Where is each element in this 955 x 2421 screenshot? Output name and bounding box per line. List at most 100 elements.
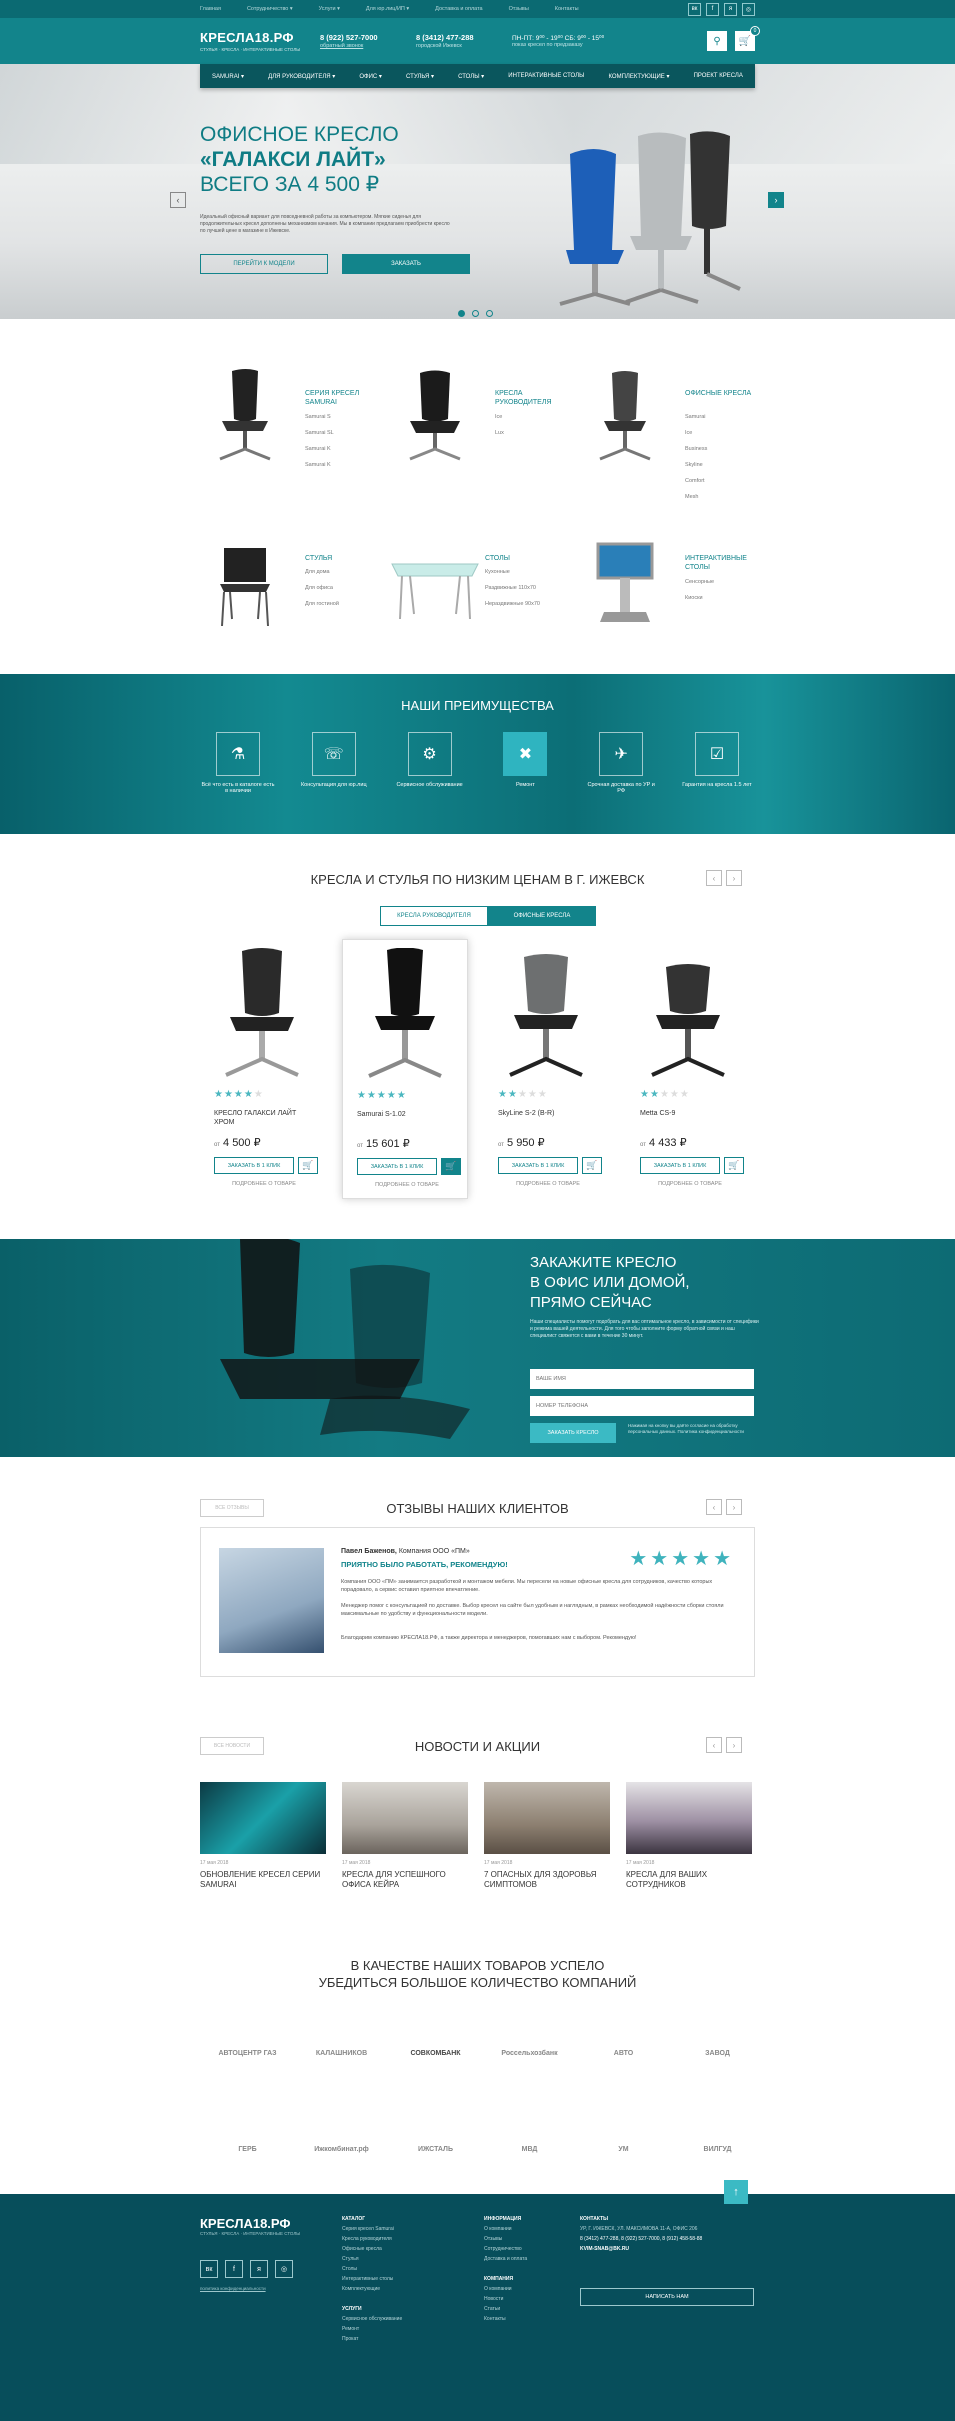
category-interactive[interactable]: ИНТЕРАКТИВНЫЕ СТОЛЫ Сенсорные Киоски bbox=[590, 534, 770, 644]
category-director[interactable]: КРЕСЛА РУКОВОДИТЕЛЯ Ice Lux bbox=[400, 369, 580, 479]
top-link-services[interactable]: Услуги ▾ bbox=[319, 6, 340, 12]
category-link[interactable]: Раздвижные 110х70 bbox=[485, 585, 540, 591]
buy-one-click-button[interactable]: ЗАКАЗАТЬ В 1 КЛИК bbox=[498, 1157, 578, 1174]
top-link-contacts[interactable]: Контакты bbox=[555, 6, 579, 12]
footer-link[interactable]: Контакты bbox=[484, 2314, 527, 2324]
name-input[interactable] bbox=[530, 1369, 754, 1389]
nav-project[interactable]: ПРОЕКТ КРЕСЛА bbox=[694, 73, 743, 79]
category-link[interactable]: Samurai bbox=[685, 414, 707, 420]
details-link[interactable]: ПОДРОБНЕЕ О ТОВАРЕ bbox=[214, 1181, 314, 1187]
product-card[interactable]: ★★★★★ Metta CS-9 от 4 433 ₽ ЗАКАЗАТЬ В 1… bbox=[626, 939, 752, 1199]
slide-dot-3[interactable] bbox=[486, 310, 493, 317]
category-link[interactable]: Нераздвижные 90х70 bbox=[485, 601, 540, 607]
product-card[interactable]: ★★★★★ Samurai S-1.02 от 15 601 ₽ ЗАКАЗАТ… bbox=[342, 939, 468, 1199]
category-link[interactable]: Киоски bbox=[685, 595, 714, 601]
footer-link[interactable]: Интерактивные столы bbox=[342, 2274, 402, 2284]
category-office[interactable]: ОФИСНЫЕ КРЕСЛА Samurai Ice Business Skyl… bbox=[590, 369, 770, 500]
footer-link[interactable]: Офисные кресла bbox=[342, 2244, 402, 2254]
instagram-icon[interactable]: ◎ bbox=[742, 2, 755, 16]
product-card[interactable]: ★★★★★ SkyLine S-2 (B-R) от 5 950 ₽ ЗАКАЗ… bbox=[484, 939, 610, 1199]
category-link[interactable]: Для дома bbox=[305, 569, 339, 575]
cart-icon[interactable]: 🛒 bbox=[441, 1158, 461, 1175]
top-link-cooperation[interactable]: Сотрудничество ▾ bbox=[247, 6, 293, 12]
top-link-home[interactable]: Главная bbox=[200, 6, 221, 12]
chevron-right-icon[interactable]: › bbox=[726, 1737, 742, 1753]
category-tables[interactable]: СТОЛЫ Кухонные Раздвижные 110х70 Нераздв… bbox=[390, 534, 570, 644]
category-link[interactable]: Mesh bbox=[685, 494, 707, 500]
site-logo[interactable]: КРЕСЛА18.РФ СТУЛЬЯ · КРЕСЛА · ИНТЕРАКТИВ… bbox=[200, 30, 320, 52]
top-link-reviews[interactable]: Отзывы bbox=[509, 6, 529, 12]
instagram-icon[interactable]: ◎ bbox=[275, 2260, 293, 2278]
nav-office[interactable]: ОФИС ▾ bbox=[359, 73, 382, 80]
cart-icon[interactable]: 🛒 0 bbox=[735, 26, 760, 51]
facebook-icon[interactable]: f bbox=[225, 2260, 243, 2278]
tab-office-chairs[interactable]: ОФИСНЫЕ КРЕСЛА bbox=[488, 906, 596, 926]
yandex-icon[interactable]: я bbox=[724, 2, 737, 16]
details-link[interactable]: ПОДРОБНЕЕ О ТОВАРЕ bbox=[357, 1182, 457, 1188]
slide-dot-2[interactable] bbox=[472, 310, 479, 317]
search-icon[interactable]: ⚲ bbox=[707, 31, 727, 51]
privacy-link[interactable]: политика конфиденциальности bbox=[200, 2286, 266, 2291]
category-link[interactable]: Lux bbox=[495, 430, 504, 436]
news-card[interactable]: 17 мая 2018 КРЕСЛА ДЛЯ УСПЕШНОГО ОФИСА К… bbox=[342, 1782, 468, 1890]
chevron-right-icon[interactable]: › bbox=[726, 870, 742, 886]
arrow-up-icon[interactable]: ↑ bbox=[724, 2180, 748, 2204]
news-card[interactable]: 17 мая 2018 7 ОПАСНЫХ ДЛЯ ЗДОРОВЬЯ СИМПТ… bbox=[484, 1782, 610, 1890]
nav-parts[interactable]: КОМПЛЕКТУЮЩИЕ ▾ bbox=[608, 73, 669, 80]
tab-director-chairs[interactable]: КРЕСЛА РУКОВОДИТЕЛЯ bbox=[380, 906, 488, 926]
chevron-right-icon[interactable]: › bbox=[726, 1499, 742, 1515]
footer-link[interactable]: Кресла руководителя bbox=[342, 2234, 402, 2244]
footer-link[interactable]: О компании bbox=[484, 2284, 527, 2294]
order-chair-button[interactable]: ЗАКАЗАТЬ КРЕСЛО bbox=[530, 1423, 616, 1443]
category-link[interactable]: Samurai K bbox=[305, 446, 334, 452]
go-to-model-button[interactable]: ПЕРЕЙТИ К МОДЕЛИ bbox=[200, 254, 328, 274]
product-card[interactable]: ★★★★★ КРЕСЛО ГАЛАКСИ ЛАЙТ ХРОМ от 4 500 … bbox=[200, 939, 326, 1199]
category-stools[interactable]: СТУЛЬЯ Для дома Для офиса Для гостиной bbox=[210, 534, 390, 644]
chevron-left-icon[interactable]: ‹ bbox=[706, 870, 722, 886]
footer-link[interactable]: Новости bbox=[484, 2294, 527, 2304]
product-name[interactable]: Samurai S-1.02 bbox=[357, 1110, 457, 1119]
details-link[interactable]: ПОДРОБНЕЕ О ТОВАРЕ bbox=[640, 1181, 740, 1187]
phone-input[interactable] bbox=[530, 1396, 754, 1416]
chevron-left-icon[interactable]: ‹ bbox=[170, 192, 186, 208]
yandex-icon[interactable]: я bbox=[250, 2260, 268, 2278]
footer-link[interactable]: Столы bbox=[342, 2264, 402, 2274]
product-name[interactable]: Metta CS-9 bbox=[640, 1109, 740, 1118]
category-link[interactable]: Ice bbox=[685, 430, 707, 436]
product-name[interactable]: КРЕСЛО ГАЛАКСИ ЛАЙТ ХРОМ bbox=[214, 1109, 314, 1127]
nav-interactive[interactable]: ИНТЕРАКТИВНЫЕ СТОЛЫ bbox=[508, 73, 584, 79]
category-link[interactable]: Samurai K bbox=[305, 462, 334, 468]
category-link[interactable]: Samurai S bbox=[305, 414, 334, 420]
category-link[interactable]: Samurai SL bbox=[305, 430, 334, 436]
footer-link[interactable]: Сервисное обслуживание bbox=[342, 2314, 402, 2324]
cart-icon[interactable]: 🛒 bbox=[582, 1157, 602, 1174]
category-link[interactable]: Для офиса bbox=[305, 585, 339, 591]
footer-logo[interactable]: КРЕСЛА18.РФ bbox=[200, 2216, 291, 2231]
chevron-left-icon[interactable]: ‹ bbox=[706, 1499, 722, 1515]
write-us-button[interactable]: НАПИСАТЬ НАМ bbox=[580, 2288, 754, 2306]
vk-icon[interactable]: вк bbox=[200, 2260, 218, 2278]
product-name[interactable]: SkyLine S-2 (B-R) bbox=[498, 1109, 598, 1118]
chevron-left-icon[interactable]: ‹ bbox=[706, 1737, 722, 1753]
footer-link[interactable]: Сотрудничество bbox=[484, 2244, 527, 2254]
category-link[interactable]: Business bbox=[685, 446, 707, 452]
cart-icon[interactable]: 🛒 bbox=[298, 1157, 318, 1174]
footer-link[interactable]: Стулья bbox=[342, 2254, 402, 2264]
footer-link[interactable]: О компании bbox=[484, 2224, 527, 2234]
footer-link[interactable]: Прокат bbox=[342, 2334, 402, 2344]
footer-link[interactable]: Отзывы bbox=[484, 2234, 527, 2244]
nav-samurai[interactable]: SAMURAI ▾ bbox=[212, 73, 244, 80]
category-link[interactable]: Comfort bbox=[685, 478, 707, 484]
footer-link[interactable]: Статьи bbox=[484, 2304, 527, 2314]
hero-order-button[interactable]: ЗАКАЗАТЬ bbox=[342, 254, 470, 274]
category-samurai[interactable]: СЕРИЯ КРЕСЕЛ SAMURAI Samurai S Samurai S… bbox=[210, 369, 390, 479]
footer-link[interactable]: Ремонт bbox=[342, 2324, 402, 2334]
news-card[interactable]: 17 мая 2018 ОБНОВЛЕНИЕ КРЕСЕЛ СЕРИИ SAMU… bbox=[200, 1782, 326, 1890]
vk-icon[interactable]: вк bbox=[688, 2, 701, 16]
category-link[interactable]: Для гостиной bbox=[305, 601, 339, 607]
category-link[interactable]: Кухонные bbox=[485, 569, 540, 575]
nav-chairs[interactable]: СТУЛЬЯ ▾ bbox=[406, 73, 434, 80]
category-link[interactable]: Skyline bbox=[685, 462, 707, 468]
footer-link[interactable]: Серия кресел Samurai bbox=[342, 2224, 402, 2234]
nav-director[interactable]: ДЛЯ РУКОВОДИТЕЛЯ ▾ bbox=[268, 73, 335, 80]
